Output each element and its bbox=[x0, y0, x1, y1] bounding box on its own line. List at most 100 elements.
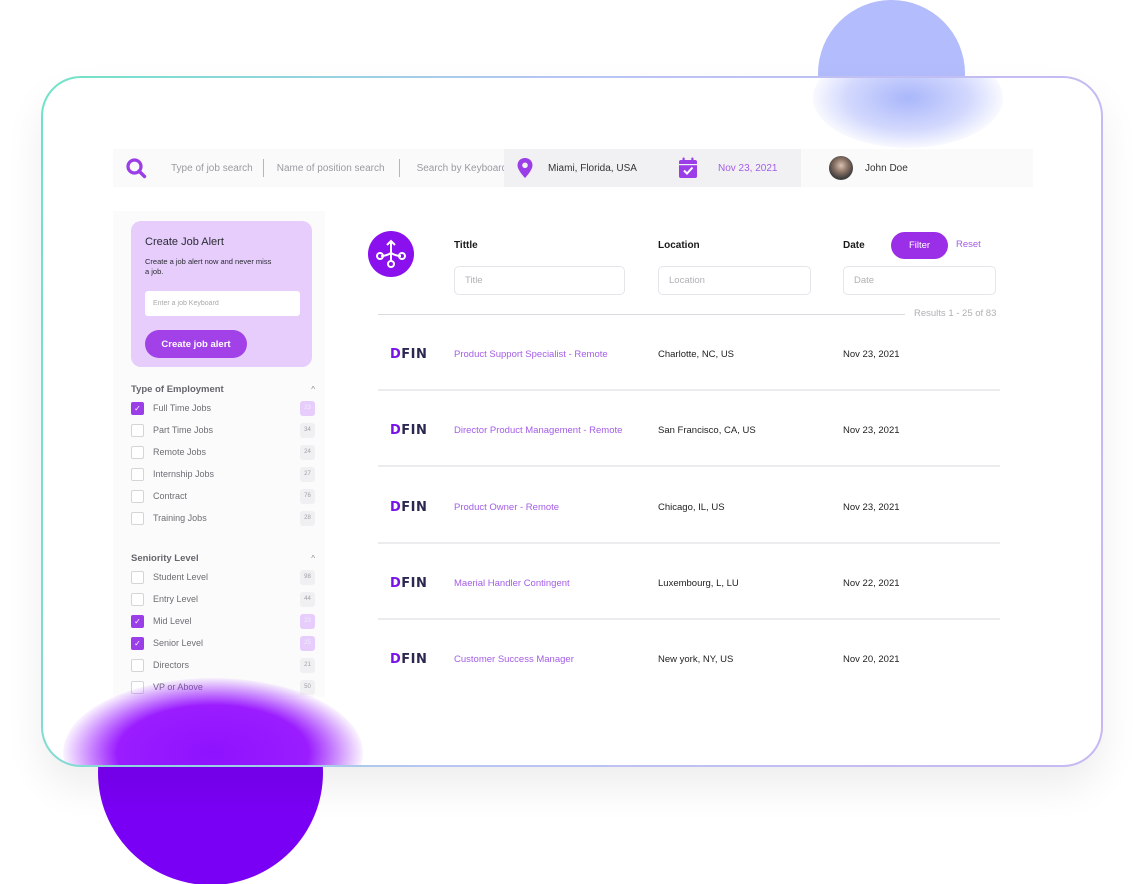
company-logo: DFIN bbox=[390, 652, 428, 668]
location-selector[interactable]: Miami, Florida, USA bbox=[548, 163, 678, 174]
keyword-search-field[interactable]: Search by Keyboard bbox=[400, 163, 518, 174]
filter-option[interactable]: Entry Level 44 bbox=[131, 588, 315, 610]
job-date: Nov 23, 2021 bbox=[843, 425, 900, 437]
checkbox[interactable] bbox=[131, 467, 144, 481]
checkbox[interactable] bbox=[131, 614, 144, 628]
job-alert-keyword-input[interactable] bbox=[145, 291, 300, 316]
location-filter-input[interactable] bbox=[658, 266, 811, 295]
filter-option[interactable]: Internship Jobs 27 bbox=[131, 463, 315, 485]
job-type-search-field[interactable]: Type of job search bbox=[161, 163, 263, 174]
job-title-link[interactable]: Director Product Management - Remote bbox=[454, 425, 622, 436]
avatar[interactable] bbox=[829, 156, 853, 180]
location-filter-label: Location bbox=[658, 240, 700, 251]
job-date: Nov 23, 2021 bbox=[843, 349, 900, 360]
company-name: FIN bbox=[401, 347, 428, 362]
filter-option[interactable]: Senior Level 25 bbox=[131, 632, 315, 654]
date-filter-input[interactable] bbox=[843, 266, 996, 295]
job-row[interactable]: DFIN Product Support Specialist - Remote C… bbox=[378, 315, 1000, 391]
checkbox[interactable] bbox=[131, 592, 144, 606]
user-name: John Doe bbox=[865, 162, 908, 174]
job-alert-title: Create Job Alert bbox=[145, 236, 224, 248]
option-label: Part Time Jobs bbox=[153, 425, 214, 435]
checkbox[interactable] bbox=[131, 489, 144, 503]
job-location: Chicago, IL, US bbox=[658, 501, 725, 513]
company-name: FIN bbox=[401, 499, 428, 515]
option-label: Remote Jobs bbox=[153, 447, 207, 457]
option-count-badge: 44 bbox=[300, 591, 315, 607]
company-logo: DFIN bbox=[390, 423, 428, 439]
option-count-badge: 23 bbox=[300, 400, 315, 416]
checkbox[interactable] bbox=[131, 570, 144, 584]
option-label: Full Time Jobs bbox=[153, 403, 212, 413]
job-hub-icon bbox=[368, 231, 414, 277]
position-search-field[interactable]: Name of position search bbox=[264, 163, 399, 174]
app-card: Type of job search Name of position sear… bbox=[41, 76, 1103, 767]
filter-button[interactable]: Filter bbox=[891, 232, 948, 259]
job-title-link[interactable]: Product Support Specialist - Remote bbox=[454, 349, 608, 360]
checkbox[interactable] bbox=[131, 658, 144, 672]
checkbox[interactable] bbox=[131, 423, 144, 437]
filter-option[interactable]: Training Jobs 28 bbox=[131, 507, 315, 529]
title-filter-input[interactable] bbox=[454, 266, 625, 295]
checkbox[interactable] bbox=[131, 445, 144, 459]
option-count-badge: 25 bbox=[300, 635, 315, 651]
filter-sidebar: Create Job Alert Create a job alert now … bbox=[113, 211, 325, 697]
calendar-icon[interactable] bbox=[678, 157, 698, 179]
chevron-up-icon[interactable]: ^ bbox=[311, 554, 315, 563]
search-bar: Type of job search Name of position sear… bbox=[113, 149, 1033, 187]
job-row[interactable]: DFIN Maerial Handler Contingent Luxembourg… bbox=[378, 544, 1000, 620]
option-count-badge: 24 bbox=[300, 444, 315, 460]
option-label: Senior Level bbox=[153, 638, 204, 648]
job-location: San Francisco, CA, US bbox=[658, 425, 756, 437]
option-label: Entry Level bbox=[153, 594, 199, 604]
option-label: Mid Level bbox=[153, 616, 192, 626]
option-count-badge: 28 bbox=[300, 510, 315, 526]
filter-option[interactable]: Student Level 98 bbox=[131, 566, 315, 588]
reset-link[interactable]: Reset bbox=[956, 239, 981, 250]
job-row[interactable]: DFIN Director Product Management - Remote… bbox=[378, 391, 1000, 468]
filter-option[interactable]: Part Time Jobs 34 bbox=[131, 419, 315, 441]
option-label: Internship Jobs bbox=[153, 469, 215, 479]
job-results-panel: Tittle Location Date Filter Reset Result… bbox=[348, 211, 1034, 697]
filter-option[interactable]: Contract 76 bbox=[131, 485, 315, 507]
filter-option[interactable]: Remote Jobs 24 bbox=[131, 441, 315, 463]
job-location: New york, NY, US bbox=[658, 654, 734, 666]
company-name: FIN bbox=[401, 423, 428, 439]
job-alert-description: Create a job alert now and never miss a … bbox=[145, 257, 272, 276]
option-label: Contract bbox=[153, 491, 188, 501]
filter-option[interactable]: Directors 21 bbox=[131, 654, 315, 676]
user-profile[interactable]: John Doe bbox=[829, 149, 908, 187]
employment-type-header[interactable]: Type of Employment ^ bbox=[131, 381, 315, 397]
option-count-badge: 23 bbox=[300, 613, 315, 629]
job-date: Nov 20, 2021 bbox=[843, 654, 900, 666]
checkbox[interactable] bbox=[131, 511, 144, 525]
title-filter-label: Tittle bbox=[454, 240, 478, 251]
option-label: Training Jobs bbox=[153, 513, 207, 523]
job-title-link[interactable]: Customer Success Manager bbox=[454, 654, 574, 665]
job-row[interactable]: DFIN Product Owner - Remote Chicago, IL, U… bbox=[378, 468, 1000, 544]
seniority-level-header[interactable]: Seniority Level ^ bbox=[131, 550, 315, 566]
chevron-up-icon[interactable]: ^ bbox=[311, 385, 315, 394]
job-title-link[interactable]: Maerial Handler Contingent bbox=[454, 578, 570, 589]
location-date-block: Miami, Florida, USA Nov 23, 2021 bbox=[504, 149, 801, 187]
job-alert-card: Create Job Alert Create a job alert now … bbox=[131, 221, 312, 367]
filter-option[interactable]: Full Time Jobs 23 bbox=[131, 397, 315, 419]
create-job-alert-button[interactable]: Create job alert bbox=[145, 330, 247, 358]
filter-option[interactable]: Mid Level 23 bbox=[131, 610, 315, 632]
decorative-glow-top bbox=[813, 78, 1003, 148]
search-icon[interactable] bbox=[125, 157, 147, 179]
company-name: FIN bbox=[401, 575, 428, 591]
company-name: FIN bbox=[401, 652, 428, 668]
job-date: Nov 22, 2021 bbox=[843, 577, 900, 589]
checkbox[interactable] bbox=[131, 401, 144, 415]
job-date: Nov 23, 2021 bbox=[843, 501, 900, 513]
job-row[interactable]: DFIN Customer Success Manager New york, NY… bbox=[378, 620, 1000, 696]
date-selector[interactable]: Nov 23, 2021 bbox=[718, 163, 778, 174]
option-label: Student Level bbox=[153, 572, 209, 582]
job-title-link[interactable]: Product Owner - Remote bbox=[454, 502, 559, 513]
option-count-badge: 34 bbox=[300, 422, 315, 438]
option-count-badge: 21 bbox=[300, 657, 315, 673]
location-pin-icon bbox=[516, 157, 534, 179]
option-label: Directors bbox=[153, 660, 190, 670]
checkbox[interactable] bbox=[131, 636, 144, 650]
